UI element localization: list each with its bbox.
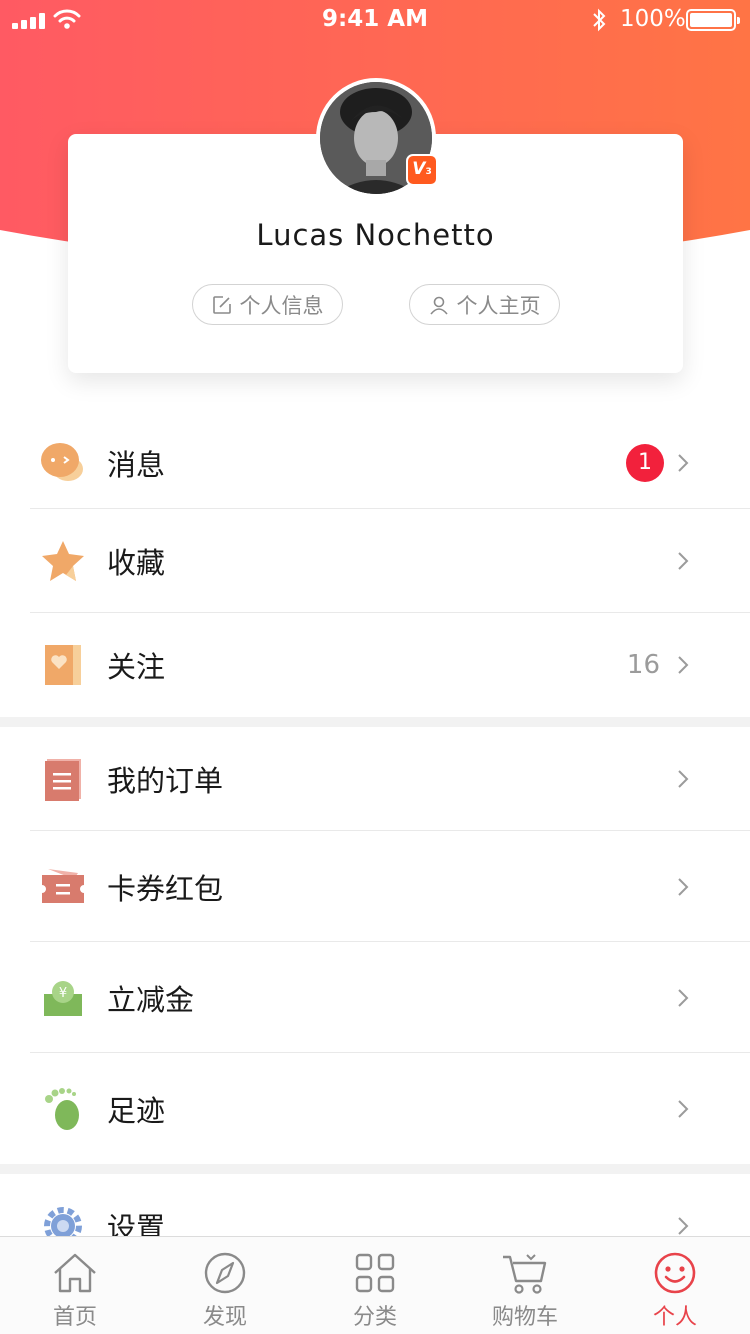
tab-cart[interactable]: 购物车 bbox=[450, 1237, 600, 1334]
vip-level-badge: V3 bbox=[406, 154, 438, 186]
chevron-right-icon bbox=[678, 453, 689, 472]
heart-bookmark-icon bbox=[40, 642, 86, 688]
tab-home[interactable]: 首页 bbox=[0, 1237, 150, 1334]
tab-label-discover: 发现 bbox=[202, 1305, 247, 1330]
chevron-right-icon bbox=[678, 552, 689, 570]
menu-item-footprints[interactable]: 足迹 bbox=[0, 1053, 750, 1164]
menu-label-discount: 立减金 bbox=[107, 982, 195, 1017]
tab-label-cart: 购物车 bbox=[491, 1305, 558, 1330]
yuan-wallet-icon: ¥ bbox=[40, 975, 86, 1021]
chevron-right-icon bbox=[678, 1099, 689, 1118]
tab-profile[interactable]: 个人 bbox=[600, 1237, 750, 1334]
menu-label-footprints: 足迹 bbox=[107, 1093, 166, 1128]
bluetooth-icon bbox=[593, 8, 606, 32]
edit-icon bbox=[212, 295, 231, 314]
menu-item-messages[interactable]: 消息 1 bbox=[0, 416, 750, 509]
menu-label-favorites: 收藏 bbox=[107, 546, 166, 580]
chevron-right-icon bbox=[678, 1217, 689, 1235]
chevron-right-icon bbox=[678, 877, 689, 896]
grid-icon bbox=[355, 1253, 395, 1293]
tab-label-profile: 个人 bbox=[652, 1305, 697, 1330]
footprint-icon bbox=[40, 1086, 86, 1132]
menu-label-following: 关注 bbox=[107, 650, 166, 684]
chat-bubble-icon bbox=[40, 440, 86, 486]
chevron-right-icon bbox=[678, 770, 689, 788]
star-icon bbox=[40, 538, 86, 584]
battery-icon bbox=[686, 9, 740, 31]
tab-label-home: 首页 bbox=[52, 1305, 97, 1330]
menu-item-favorites[interactable]: 收藏 bbox=[0, 509, 750, 613]
user-icon bbox=[429, 296, 448, 315]
tab-bar: 首页 发现 分类 购物车 个人 bbox=[0, 1236, 750, 1334]
section-divider bbox=[0, 1164, 750, 1174]
chevron-right-icon bbox=[678, 988, 689, 1007]
menu-list: 消息 1 收藏 关注 16 我的订单 卡券红包 ¥ 立减金 足迹 设置 bbox=[0, 416, 750, 1278]
tab-category[interactable]: 分类 bbox=[300, 1237, 450, 1334]
status-bar: 9:41 AM 100% bbox=[0, 0, 750, 40]
profile-screen: 9:41 AM 100% V3 Lucas Nochetto 个人信息 个人主页… bbox=[0, 0, 750, 1334]
svg-text:¥: ¥ bbox=[59, 986, 67, 1001]
menu-item-discount[interactable]: ¥ 立减金 bbox=[0, 942, 750, 1053]
order-list-icon bbox=[40, 756, 86, 802]
menu-item-coupons[interactable]: 卡券红包 bbox=[0, 831, 750, 942]
home-icon bbox=[54, 1253, 96, 1293]
menu-item-orders[interactable]: 我的订单 bbox=[0, 727, 750, 831]
personal-info-button[interactable]: 个人信息 bbox=[192, 284, 343, 325]
personal-info-label: 个人信息 bbox=[239, 293, 324, 318]
chevron-right-icon bbox=[678, 656, 689, 674]
section-divider bbox=[0, 717, 750, 727]
tab-discover[interactable]: 发现 bbox=[150, 1237, 300, 1334]
menu-label-orders: 我的订单 bbox=[107, 764, 224, 798]
username: Lucas Nochetto bbox=[256, 218, 495, 252]
battery-percent: 100% bbox=[620, 6, 686, 32]
unread-badge: 1 bbox=[626, 443, 664, 482]
personal-homepage-button[interactable]: 个人主页 bbox=[409, 284, 560, 325]
compass-icon bbox=[204, 1252, 246, 1294]
ticket-icon bbox=[40, 864, 86, 910]
tab-label-category: 分类 bbox=[352, 1305, 397, 1330]
menu-label-messages: 消息 bbox=[107, 447, 166, 482]
following-count: 16 bbox=[626, 650, 660, 680]
cart-icon bbox=[503, 1254, 547, 1294]
menu-label-coupons: 卡券红包 bbox=[107, 871, 224, 906]
personal-homepage-label: 个人主页 bbox=[456, 293, 541, 318]
smiley-face-icon bbox=[654, 1252, 696, 1294]
menu-item-following[interactable]: 关注 16 bbox=[0, 613, 750, 717]
